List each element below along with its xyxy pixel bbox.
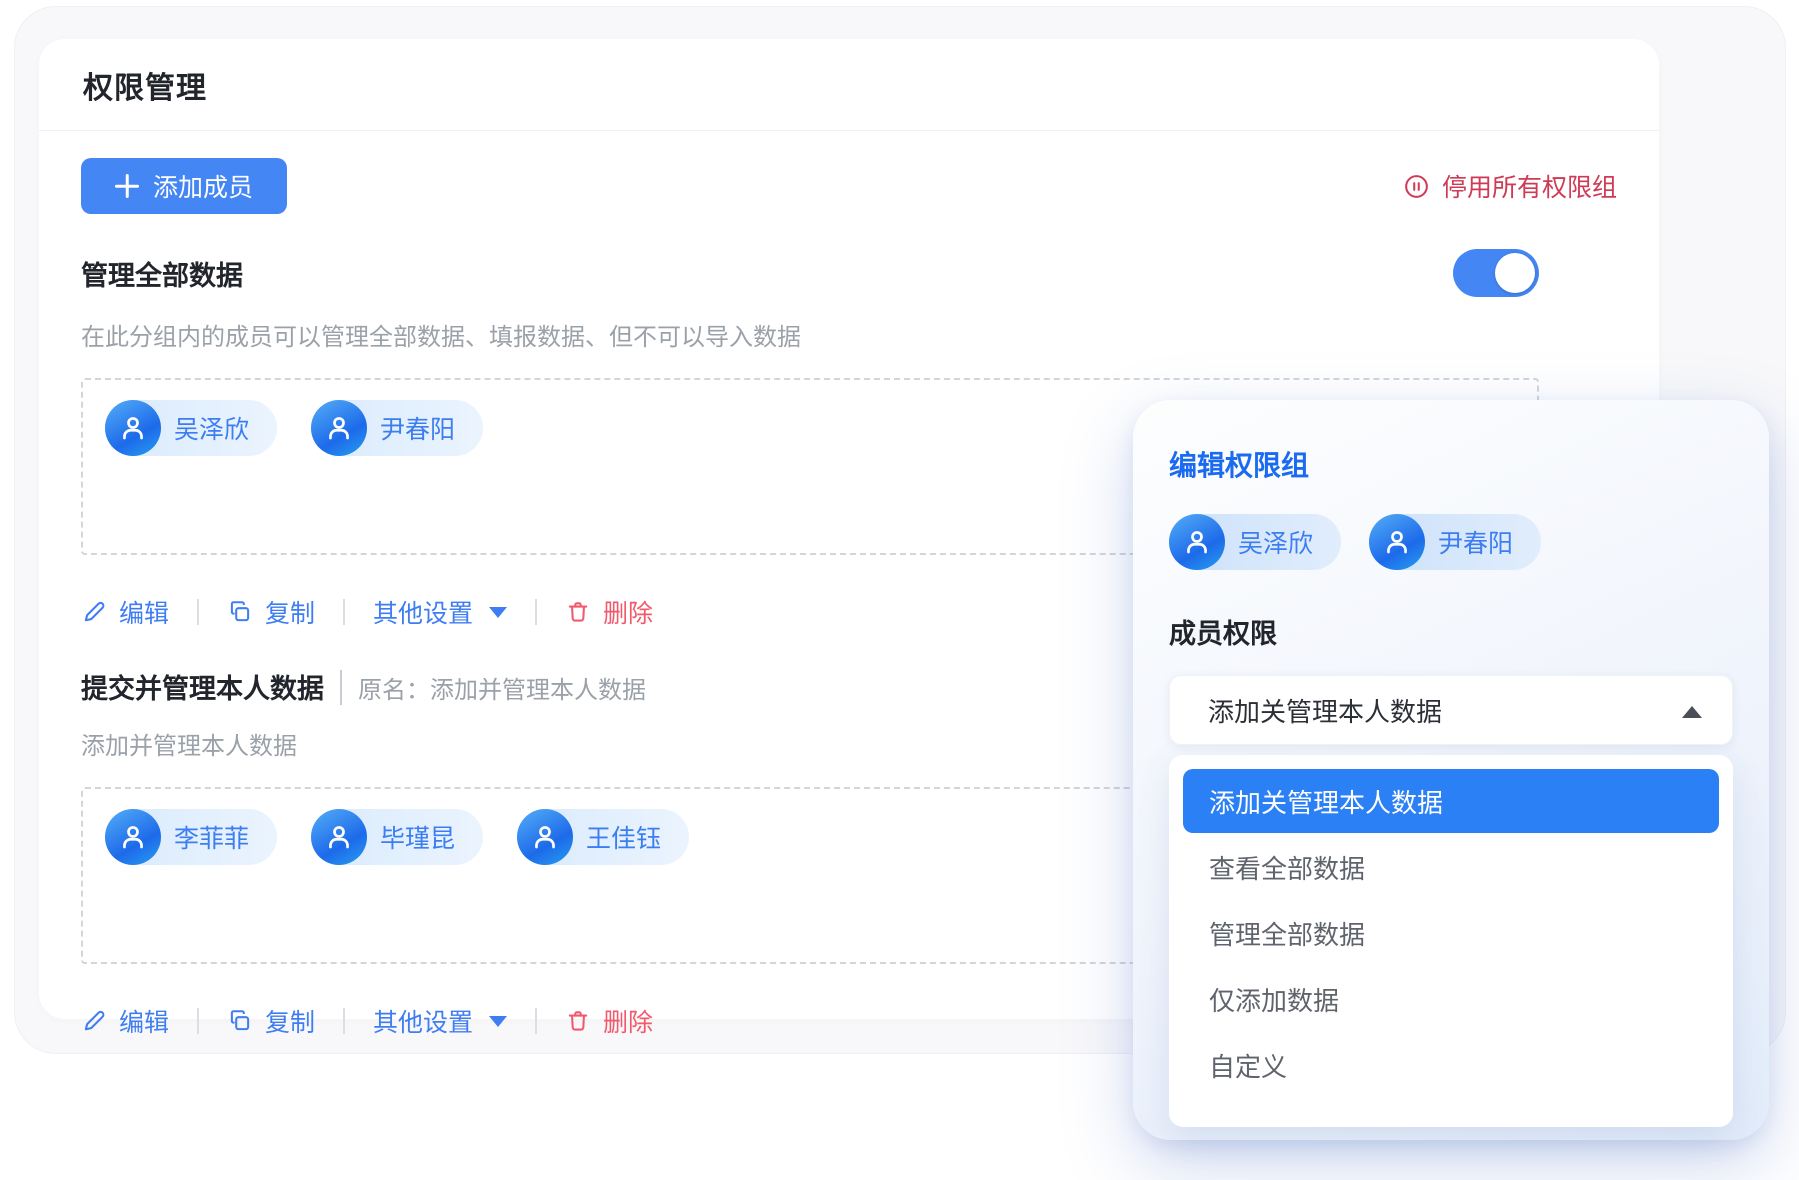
divider (343, 1008, 345, 1034)
pencil-icon (81, 1008, 107, 1034)
add-member-label: 添加成员 (153, 168, 253, 204)
member-name: 毕瑾昆 (380, 819, 455, 855)
other-settings-label: 其他设置 (373, 1003, 473, 1039)
card-header: 权限管理 (39, 39, 1659, 131)
member-chip[interactable]: 王佳钰 (517, 809, 689, 865)
copy-label: 复制 (265, 594, 315, 630)
delete-label: 删除 (603, 1003, 653, 1039)
trash-icon (565, 1008, 591, 1034)
divider (535, 599, 537, 625)
member-name: 吴泽欣 (1238, 524, 1313, 560)
copy-group-link[interactable]: 复制 (227, 594, 315, 630)
dropdown-option[interactable]: 管理全部数据 (1183, 901, 1719, 965)
dropdown-option[interactable]: 自定义 (1183, 1033, 1719, 1097)
divider (535, 1008, 537, 1034)
member-name: 尹春阳 (380, 410, 455, 446)
pause-circle-icon (1403, 173, 1430, 200)
member-chip[interactable]: 吴泽欣 (105, 400, 277, 456)
member-chip[interactable]: 尹春阳 (1369, 514, 1541, 570)
member-name: 吴泽欣 (174, 410, 249, 446)
add-member-button[interactable]: 添加成员 (81, 158, 287, 214)
member-chip[interactable]: 李菲菲 (105, 809, 277, 865)
user-avatar-icon (105, 809, 161, 865)
toolbar-row: 添加成员 停用所有权限组 (81, 157, 1617, 215)
member-name: 尹春阳 (1438, 524, 1513, 560)
pencil-icon (81, 599, 107, 625)
edit-label: 编辑 (119, 1003, 169, 1039)
copy-icon (227, 599, 253, 625)
group-description: 在此分组内的成员可以管理全部数据、填报数据、但不可以导入数据 (81, 317, 1539, 352)
toggle-knob (1495, 253, 1535, 293)
permission-select[interactable]: 添加关管理本人数据 (1169, 675, 1733, 745)
other-settings-dropdown[interactable]: 其他设置 (373, 594, 507, 630)
edit-permission-group-panel: 编辑权限组 吴泽欣 尹春阳 成员权限 添加关管理本人数据 添加关管理本人数据 查… (1133, 400, 1769, 1140)
page-title: 权限管理 (83, 63, 207, 107)
dropdown-option-selected[interactable]: 添加关管理本人数据 (1183, 769, 1719, 833)
member-chip[interactable]: 尹春阳 (311, 400, 483, 456)
other-settings-dropdown[interactable]: 其他设置 (373, 1003, 507, 1039)
other-settings-label: 其他设置 (373, 594, 473, 630)
permission-select-value: 添加关管理本人数据 (1208, 692, 1442, 729)
member-name: 王佳钰 (586, 819, 661, 855)
group-title: 提交并管理本人数据 (81, 667, 324, 706)
user-avatar-icon (1169, 514, 1225, 570)
user-avatar-icon (105, 400, 161, 456)
disable-all-groups-label: 停用所有权限组 (1442, 168, 1617, 204)
chevron-up-icon (1682, 706, 1702, 718)
edit-group-link[interactable]: 编辑 (81, 594, 169, 630)
permission-dropdown: 添加关管理本人数据 查看全部数据 管理全部数据 仅添加数据 自定义 (1169, 755, 1733, 1127)
trash-icon (565, 599, 591, 625)
member-chip[interactable]: 毕瑾昆 (311, 809, 483, 865)
edit-group-link[interactable]: 编辑 (81, 1003, 169, 1039)
dropdown-option[interactable]: 查看全部数据 (1183, 835, 1719, 899)
chevron-down-icon (489, 607, 507, 618)
disable-all-groups-link[interactable]: 停用所有权限组 (1403, 168, 1617, 204)
copy-label: 复制 (265, 1003, 315, 1039)
copy-icon (227, 1008, 253, 1034)
group-title: 管理全部数据 (81, 254, 243, 293)
delete-label: 删除 (603, 594, 653, 630)
copy-group-link[interactable]: 复制 (227, 1003, 315, 1039)
divider (343, 599, 345, 625)
delete-group-link[interactable]: 删除 (565, 594, 653, 630)
user-avatar-icon (1369, 514, 1425, 570)
dropdown-option[interactable]: 仅添加数据 (1183, 967, 1719, 1031)
edit-label: 编辑 (119, 594, 169, 630)
group-original-name: 原名：添加并管理本人数据 (340, 670, 646, 705)
member-name: 李菲菲 (174, 819, 249, 855)
member-chip[interactable]: 吴泽欣 (1169, 514, 1341, 570)
plus-icon (115, 174, 139, 198)
divider (197, 1008, 199, 1034)
divider (197, 599, 199, 625)
user-avatar-icon (311, 400, 367, 456)
member-permission-label: 成员权限 (1169, 612, 1733, 651)
user-avatar-icon (517, 809, 573, 865)
delete-group-link[interactable]: 删除 (565, 1003, 653, 1039)
chevron-down-icon (489, 1016, 507, 1027)
user-avatar-icon (311, 809, 367, 865)
group-enabled-toggle[interactable] (1453, 249, 1539, 297)
panel-member-chips: 吴泽欣 尹春阳 (1169, 514, 1733, 570)
panel-title: 编辑权限组 (1169, 444, 1733, 484)
group-head: 管理全部数据 (81, 249, 1539, 297)
